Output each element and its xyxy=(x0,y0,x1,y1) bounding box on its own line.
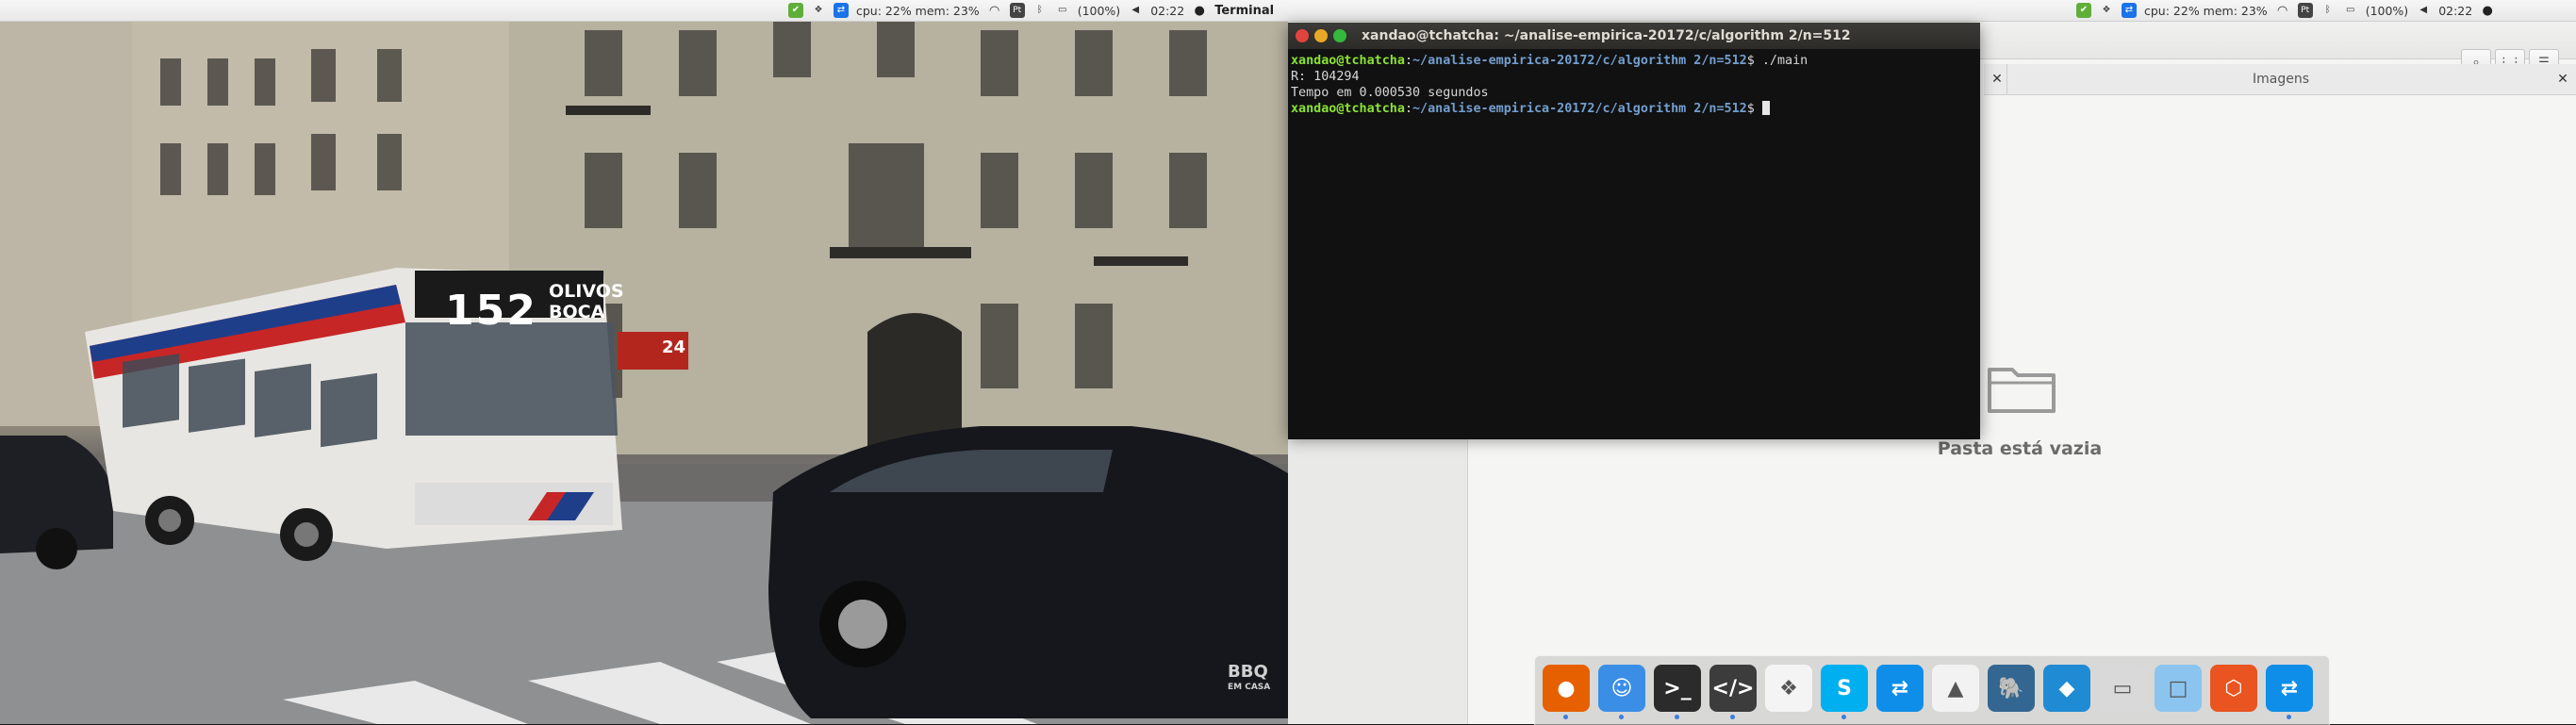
bus-route-number: 152 xyxy=(445,287,537,335)
close-window-button[interactable] xyxy=(1296,29,1309,42)
tab-label: Imagens xyxy=(2252,72,2309,87)
maximize-window-button[interactable] xyxy=(1333,29,1346,42)
teamviewer-tray-icon[interactable]: ⇄ xyxy=(2122,3,2137,18)
wifi-icon[interactable]: ◠ xyxy=(2275,3,2290,18)
system-tray-left: ✔ ❖ ⇄ cpu: 22% mem: 23% ◠ Pt ᛒ ▭ (100%) … xyxy=(788,0,1274,21)
minimize-window-button[interactable] xyxy=(1314,29,1328,42)
finder-icon[interactable]: ☺ xyxy=(1598,665,1645,712)
prompt-separator: : xyxy=(1404,102,1412,116)
keyboard-layout-indicator[interactable]: Pt xyxy=(2297,3,2313,18)
terminal-titlebar[interactable]: xandao@tchatcha: ~/analise-empirica-2017… xyxy=(1288,23,1980,49)
clock[interactable]: 02:22 xyxy=(2438,4,2472,18)
prompt-symbol: $ xyxy=(1746,102,1755,116)
firefox-icon[interactable]: ● xyxy=(1543,665,1590,712)
battery-percent[interactable]: (100%) xyxy=(2366,4,2409,18)
scanner-icon[interactable]: ▭ xyxy=(2099,665,2146,712)
battery-icon[interactable]: ▭ xyxy=(2343,3,2358,18)
cpu-mem-indicator[interactable]: cpu: 22% mem: 23% xyxy=(2144,4,2268,18)
dropbox-tray-icon[interactable]: ❖ xyxy=(811,3,826,18)
skype-icon[interactable]: S xyxy=(1821,665,1868,712)
terminal-line: Tempo em 0.000530 segundos xyxy=(1291,86,1489,100)
battery-icon[interactable]: ▭ xyxy=(1055,3,1070,18)
virtualbox-icon[interactable]: □ xyxy=(2155,665,2202,712)
bluetooth-icon[interactable]: ᛒ xyxy=(2320,3,2336,18)
text-cursor xyxy=(1761,101,1770,115)
wifi-icon[interactable]: ◠ xyxy=(987,3,1002,18)
battery-percent[interactable]: (100%) xyxy=(1078,4,1121,18)
desktop-wallpaper: 152 OLIVOS BOCA 24 BBQ EM CASA xyxy=(0,21,1288,724)
running-indicator xyxy=(1563,715,1568,719)
apple-menu-icon[interactable]: ● xyxy=(2480,3,2495,18)
cpu-mem-indicator[interactable]: cpu: 22% mem: 23% xyxy=(856,4,980,18)
prompt-user: xandao@tchatcha xyxy=(1291,102,1405,116)
check-update-icon[interactable]: ✔ xyxy=(788,3,803,18)
close-tab-imagens-icon[interactable]: ✕ xyxy=(2553,70,2572,89)
volume-icon[interactable]: ◀ xyxy=(1128,3,1143,18)
volume-icon[interactable]: ◀ xyxy=(2416,3,2431,18)
terminal-line: xandao@tchatcha:~/analise-empirica-20172… xyxy=(1288,53,1980,69)
teamviewer-tray-icon[interactable]: ⇄ xyxy=(834,3,849,18)
street-sign-number: 24 xyxy=(662,338,686,357)
postgresql-icon[interactable]: 🐘 xyxy=(1988,665,2035,712)
files-tab-bar: ✕ Imagens ✕ xyxy=(1984,64,2576,95)
running-indicator xyxy=(1619,715,1624,719)
prompt-command: ./main xyxy=(1754,54,1808,68)
clock[interactable]: 02:22 xyxy=(1150,4,1184,18)
matlab-icon[interactable]: ▲ xyxy=(1932,665,1979,712)
prompt-separator: : xyxy=(1404,54,1412,68)
prompt-path: ~/analise-empirica-20172/c/algorithm 2/n… xyxy=(1412,54,1747,68)
top-panel-left: ✔ ❖ ⇄ cpu: 22% mem: 23% ◠ Pt ᛒ ▭ (100%) … xyxy=(0,0,1288,22)
prompt-symbol: $ xyxy=(1746,54,1755,68)
dock: ● ☺ >_ </> ❖ S ⇄ ▲ 🐘 ◆ ▭ □ ⬡ ⇄ xyxy=(1534,655,2330,725)
running-indicator xyxy=(1841,715,1846,719)
terminal-line: R: 104294 xyxy=(1291,70,1360,84)
terminal-output[interactable]: xandao@tchatcha:~/analise-empirica-20172… xyxy=(1288,49,1980,439)
running-indicator xyxy=(2287,715,2291,719)
terminal-icon[interactable]: >_ xyxy=(1654,665,1701,712)
check-update-icon[interactable]: ✔ xyxy=(2076,3,2091,18)
empty-folder-icon xyxy=(1988,368,2056,413)
system-tray-right: ✔ ❖ ⇄ cpu: 22% mem: 23% ◠ Pt ᛒ ▭ (100%) … xyxy=(2076,0,2495,21)
empty-folder-message: Pasta está vazia xyxy=(1937,438,2103,459)
dropbox-icon[interactable]: ❖ xyxy=(1765,665,1812,712)
mysql-workbench-icon[interactable]: ◆ xyxy=(2043,665,2090,712)
terminal-window[interactable]: xandao@tchatcha: ~/analise-empirica-2017… xyxy=(1288,23,1980,439)
top-panel-right: ✔ ❖ ⇄ cpu: 22% mem: 23% ◠ Pt ᛒ ▭ (100%) … xyxy=(1288,0,2576,22)
active-app-name[interactable]: Terminal xyxy=(1214,4,1274,18)
teamviewer-2-icon[interactable]: ⇄ xyxy=(2266,665,2313,712)
prompt-user: xandao@tchatcha xyxy=(1291,54,1405,68)
running-indicator xyxy=(1730,715,1735,719)
ubuntu-software-icon[interactable]: ⬡ xyxy=(2210,665,2257,712)
dropbox-tray-icon[interactable]: ❖ xyxy=(2099,3,2114,18)
teamviewer-icon[interactable]: ⇄ xyxy=(1876,665,1924,712)
bluetooth-icon[interactable]: ᛒ xyxy=(1032,3,1048,18)
apple-menu-icon[interactable]: ● xyxy=(1192,3,1207,18)
prompt-path: ~/analise-empirica-20172/c/algorithm 2/n… xyxy=(1412,102,1747,116)
keyboard-layout-indicator[interactable]: Pt xyxy=(1009,3,1025,18)
prompt-command xyxy=(1755,102,1762,116)
bus-destination-line2: BOCA xyxy=(549,302,605,322)
watermark-line1: BBQ xyxy=(1228,662,1268,682)
bus-destination-line1: OLIVOS xyxy=(549,281,624,302)
terminal-line: xandao@tchatcha:~/analise-empirica-20172… xyxy=(1288,101,1980,117)
tab-imagens[interactable]: Imagens xyxy=(2006,64,2554,94)
watermark-line2: EM CASA xyxy=(1228,683,1271,692)
terminal-title: xandao@tchatcha: ~/analise-empirica-2017… xyxy=(1362,28,1851,43)
running-indicator xyxy=(1675,715,1679,719)
code-editor-icon[interactable]: </> xyxy=(1709,665,1757,712)
close-tab-icon[interactable]: ✕ xyxy=(1988,70,2006,89)
wallpaper-street-scene xyxy=(0,21,1288,724)
